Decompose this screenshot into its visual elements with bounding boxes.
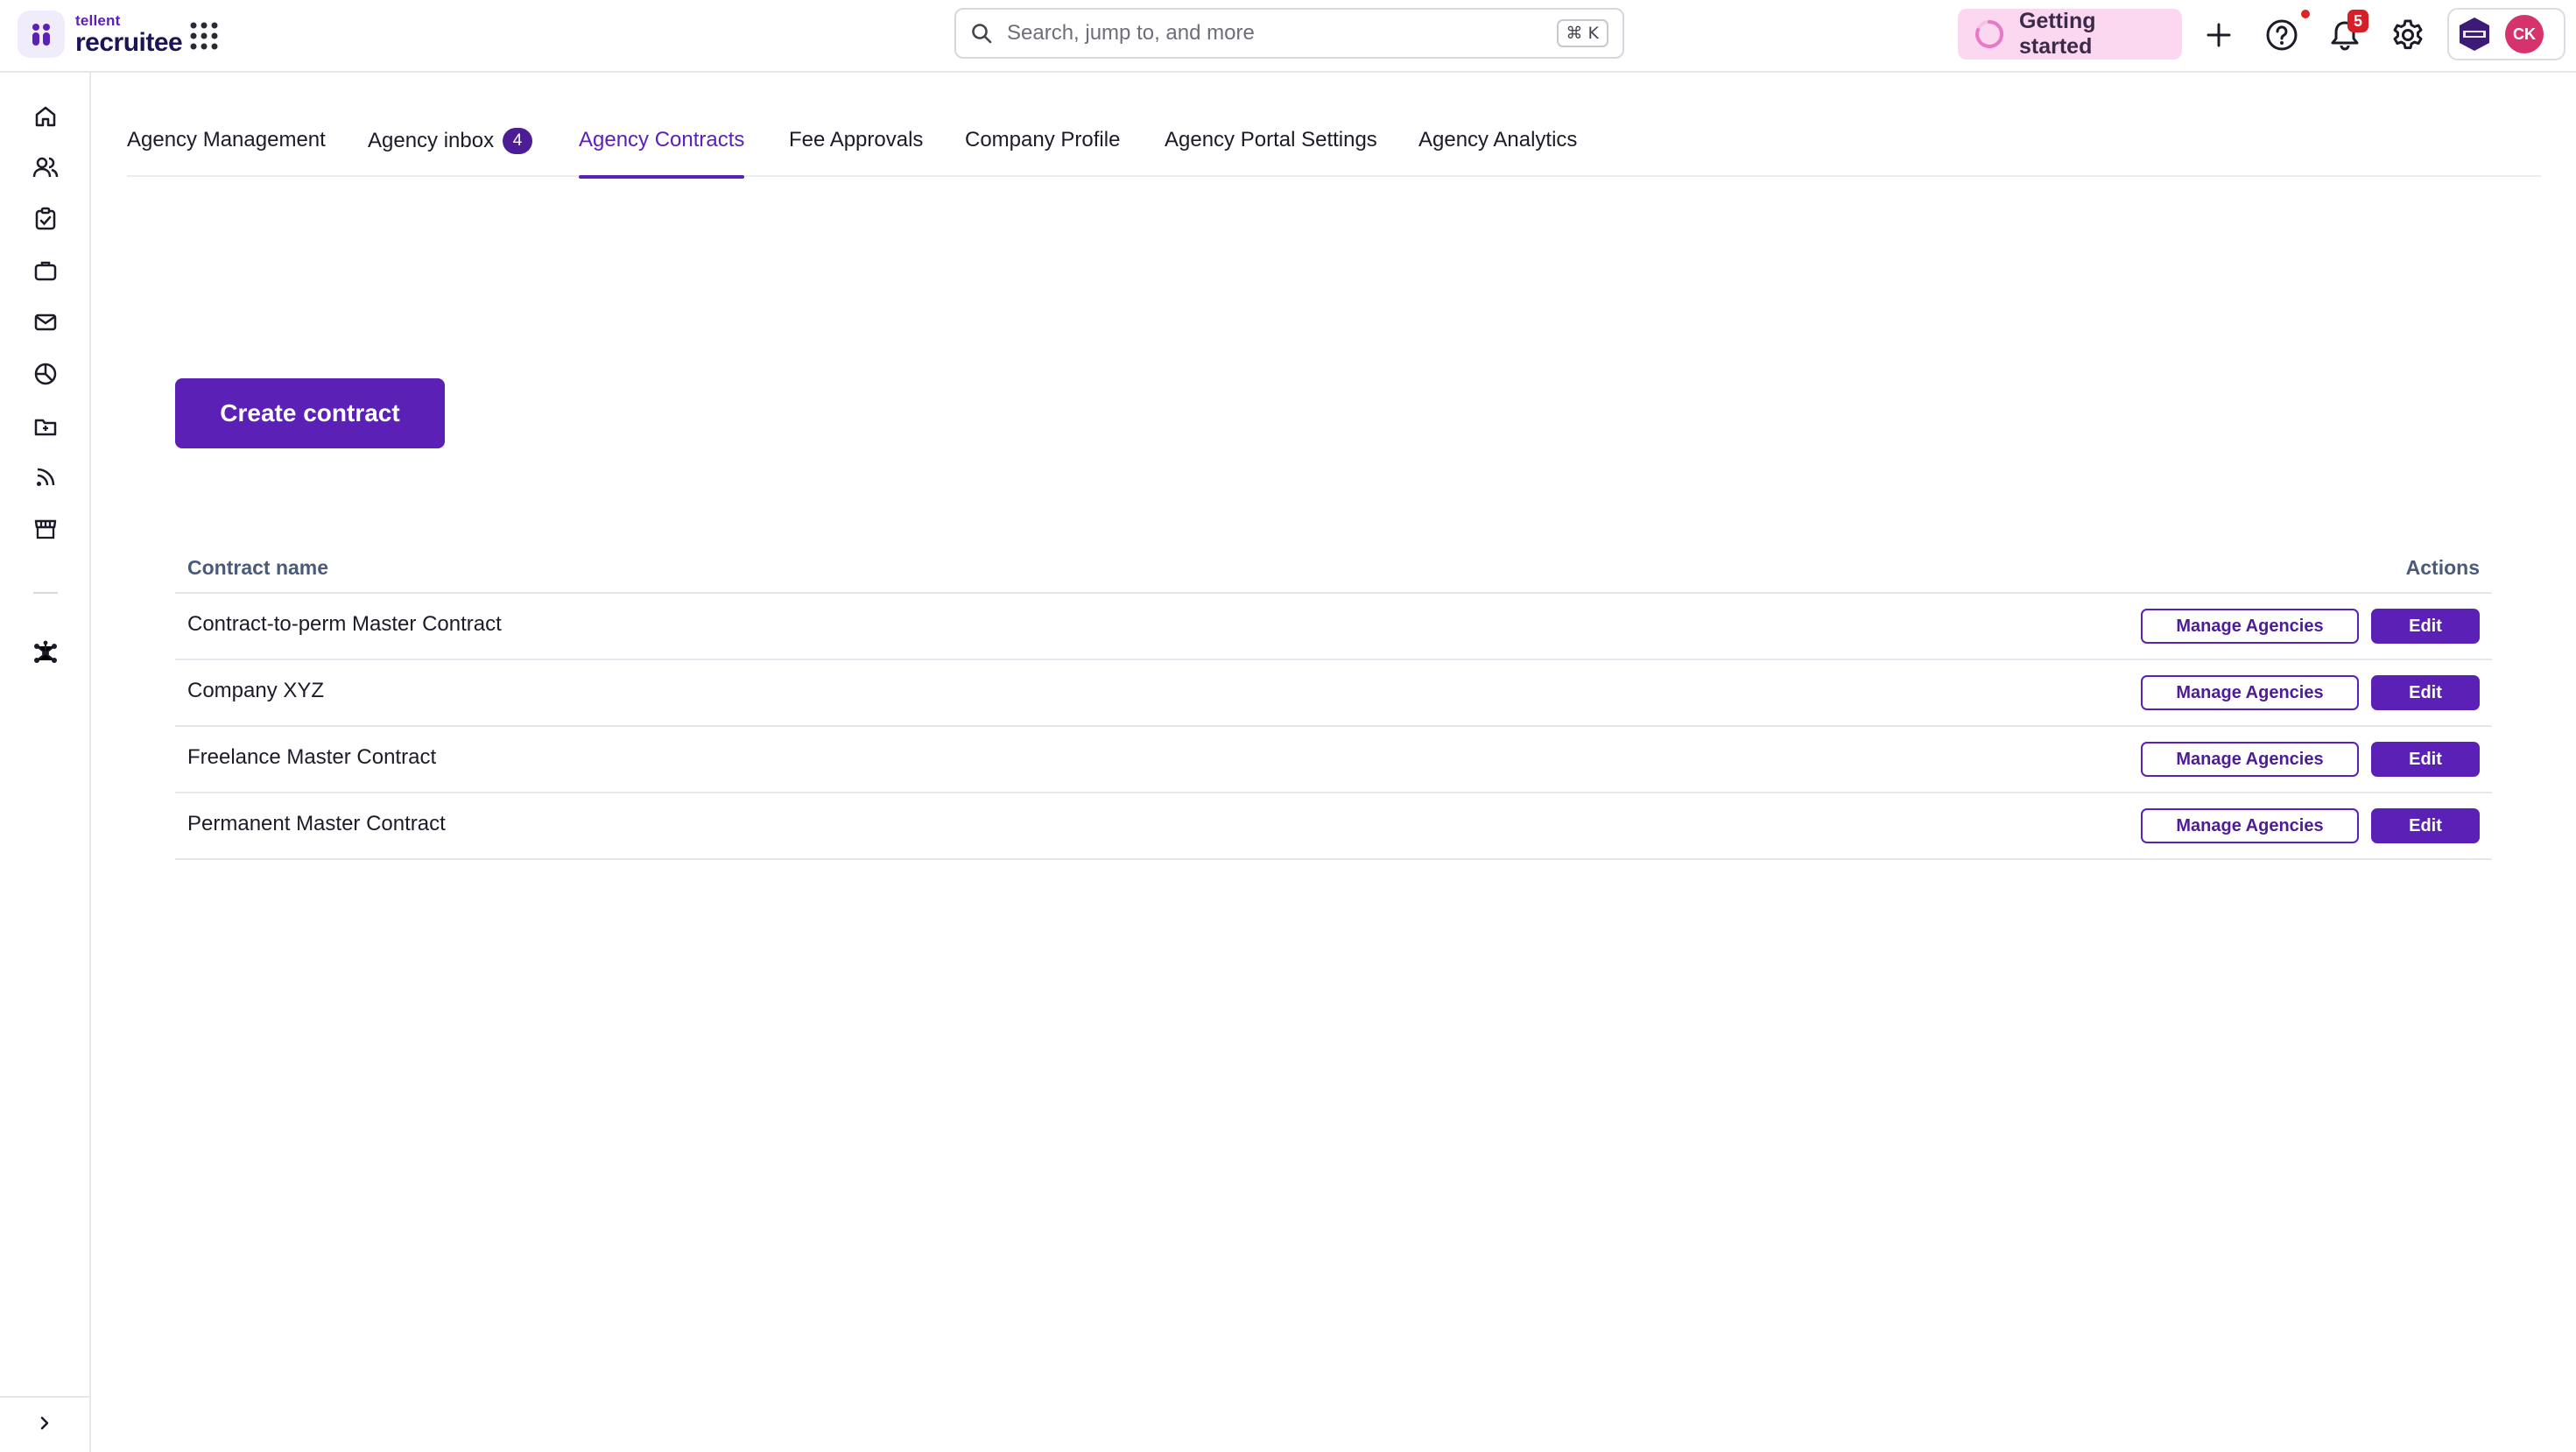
tab-label: Fee Approvals — [789, 128, 924, 152]
row-actions: Manage Agencies Edit — [2141, 808, 2480, 843]
help-notification-dot — [2301, 10, 2310, 18]
row-actions: Manage Agencies Edit — [2141, 742, 2480, 777]
column-header-actions: Actions — [2405, 555, 2480, 579]
contract-name: Freelance Master Contract — [187, 745, 437, 769]
edit-button[interactable]: Edit — [2371, 742, 2480, 777]
search-icon — [970, 22, 993, 45]
tab-agency-contracts[interactable]: Agency Contracts — [579, 128, 745, 179]
manage-agencies-button[interactable]: Manage Agencies — [2141, 742, 2359, 777]
tab-agency-analytics[interactable]: Agency Analytics — [1418, 128, 1577, 177]
logo-mark-icon — [18, 11, 65, 58]
tab-label: Agency inbox — [368, 129, 495, 152]
company-logo-icon — [2456, 16, 2493, 53]
table-header: Contract name Actions — [175, 543, 2492, 594]
jobs-icon[interactable] — [32, 257, 60, 285]
tab-label: Agency Management — [127, 128, 326, 152]
tasks-icon[interactable] — [32, 205, 60, 233]
getting-started-label: Getting started — [2019, 9, 2096, 59]
tab-label: Company Profile — [965, 128, 1121, 152]
tab-label: Agency Contracts — [579, 128, 745, 152]
manage-agencies-button[interactable]: Manage Agencies — [2141, 808, 2359, 843]
brand-name: recruitee — [75, 27, 183, 57]
tab-fee-approvals[interactable]: Fee Approvals — [789, 128, 923, 177]
tab-label: Agency Analytics — [1418, 128, 1578, 152]
reports-icon[interactable] — [32, 360, 60, 388]
talent-pools-icon[interactable] — [32, 412, 60, 440]
sidebar — [0, 73, 91, 1452]
brand-name-small: tellent — [75, 11, 121, 29]
table-row: Contract-to-perm Master Contract Manage … — [175, 594, 2492, 660]
marketplace-icon[interactable] — [32, 515, 60, 543]
help-icon[interactable] — [2264, 18, 2299, 53]
apps-grid-icon[interactable] — [189, 21, 219, 51]
sidebar-collapse-toggle[interactable] — [0, 1396, 89, 1452]
feed-icon[interactable] — [32, 463, 60, 491]
inbox-count-badge: 4 — [503, 128, 533, 154]
progress-ring-icon — [1974, 18, 2005, 50]
tab-agency-inbox[interactable]: Agency inbox 4 — [368, 128, 533, 177]
tab-agency-management[interactable]: Agency Management — [127, 128, 326, 177]
tab-company-profile[interactable]: Company Profile — [965, 128, 1120, 177]
top-bar: tellent recruitee ⌘ K — [0, 0, 2576, 73]
global-search[interactable]: ⌘ K — [954, 8, 1624, 59]
notification-count-badge: 5 — [2347, 10, 2368, 32]
table-row: Company XYZ Manage Agencies Edit — [175, 660, 2492, 727]
mailbox-icon[interactable] — [32, 308, 60, 336]
edit-button[interactable]: Edit — [2371, 808, 2480, 843]
edit-button[interactable]: Edit — [2371, 609, 2480, 644]
integrations-icon[interactable] — [32, 639, 60, 667]
brand-logo[interactable]: tellent recruitee — [18, 11, 183, 58]
contracts-table: Contract name Actions Contract-to-perm M… — [175, 543, 2492, 860]
agency-tabs: Agency Management Agency inbox 4 Agency C… — [127, 114, 2541, 179]
candidates-icon[interactable] — [32, 153, 60, 181]
home-icon[interactable] — [32, 102, 60, 130]
table-row: Freelance Master Contract Manage Agencie… — [175, 727, 2492, 793]
chevron-right-icon — [37, 1415, 53, 1435]
getting-started-button[interactable]: Getting started — [1958, 9, 2182, 60]
avatar: CK — [2505, 15, 2544, 53]
row-actions: Manage Agencies Edit — [2141, 609, 2480, 644]
contract-name: Contract-to-perm Master Contract — [187, 612, 502, 636]
contract-name: Permanent Master Contract — [187, 812, 446, 835]
tab-label: Agency Portal Settings — [1165, 128, 1377, 152]
column-header-contract-name: Contract name — [187, 555, 329, 579]
tab-agency-portal-settings[interactable]: Agency Portal Settings — [1165, 128, 1377, 177]
gear-icon[interactable] — [2390, 18, 2425, 53]
manage-agencies-button[interactable]: Manage Agencies — [2141, 609, 2359, 644]
manage-agencies-button[interactable]: Manage Agencies — [2141, 675, 2359, 710]
edit-button[interactable]: Edit — [2371, 675, 2480, 710]
table-row: Permanent Master Contract Manage Agencie… — [175, 793, 2492, 860]
contract-name: Company XYZ — [187, 679, 325, 702]
row-actions: Manage Agencies Edit — [2141, 675, 2480, 710]
account-switcher[interactable]: CK — [2447, 8, 2565, 60]
sidebar-divider — [33, 592, 58, 594]
plus-icon[interactable] — [2201, 18, 2236, 53]
search-input[interactable] — [1007, 21, 1557, 46]
search-shortcut-hint: ⌘ K — [1556, 19, 1608, 47]
create-contract-button[interactable]: Create contract — [175, 378, 445, 448]
